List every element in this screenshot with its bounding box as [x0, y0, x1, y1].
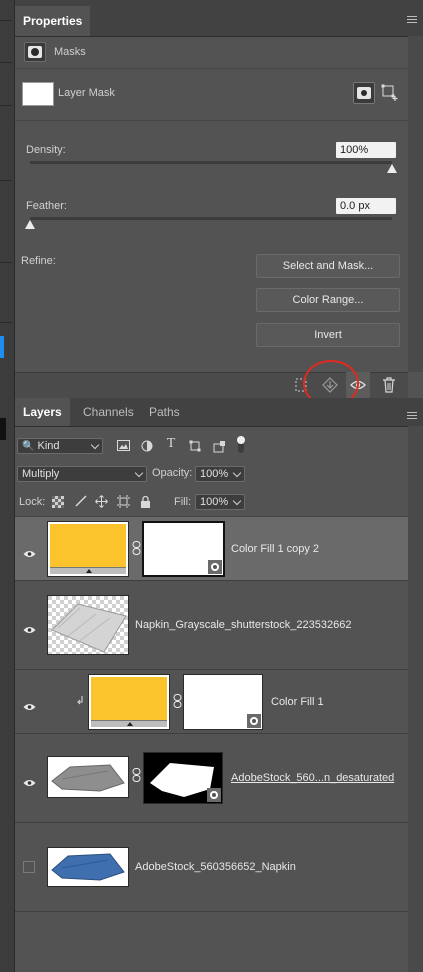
visibility-toggle-off[interactable]	[23, 861, 35, 873]
layer-row-color-fill-copy-2[interactable]: Color Fill 1 copy 2	[15, 517, 408, 581]
feather-label: Feather:	[26, 200, 67, 212]
properties-tab-bar: Properties	[15, 0, 423, 37]
density-label: Density:	[26, 144, 66, 156]
refine-label: Refine:	[21, 255, 56, 267]
fill-field[interactable]: 100%	[195, 494, 245, 510]
layer-name[interactable]: Napkin_Grayscale_shutterstock_223532662	[135, 619, 351, 631]
desaturated-napkin-thumbnail	[47, 756, 129, 798]
feather-slider-thumb[interactable]	[25, 220, 35, 229]
blend-mode-dropdown[interactable]: Multiply	[17, 466, 147, 482]
invert-button[interactable]: Invert	[256, 323, 400, 347]
fill-layer-thumbnail	[88, 674, 170, 730]
lock-artboard-icon[interactable]	[116, 495, 130, 511]
feather-slider-track[interactable]	[30, 217, 392, 220]
layer-mask-thumbnail-selected[interactable]	[142, 521, 225, 577]
density-slider-thumb[interactable]	[387, 164, 397, 173]
delete-mask-icon[interactable]	[382, 377, 396, 393]
filter-pixel-icon[interactable]	[116, 440, 130, 454]
opacity-label: Opacity:	[152, 467, 193, 479]
fill-label: Fill:	[174, 496, 192, 508]
masks-icon	[24, 42, 46, 62]
panel-menu-icon[interactable]	[407, 14, 417, 25]
opacity-field[interactable]: 100%	[195, 466, 245, 482]
visibility-eye-icon[interactable]	[23, 621, 36, 633]
layer-row-napkin-grayscale[interactable]: Napkin_Grayscale_shutterstock_223532662	[15, 581, 408, 670]
lock-transparent-pixels-icon[interactable]	[52, 496, 64, 508]
layer-row-color-fill-1[interactable]: Color Fill 1	[15, 670, 408, 734]
pixel-mask-icon[interactable]	[353, 82, 375, 104]
link-chain-icon[interactable]	[131, 768, 141, 785]
layer-name[interactable]: Color Fill 1	[271, 696, 324, 708]
filter-shape-icon[interactable]	[188, 440, 202, 455]
yellow-fill-swatch	[91, 677, 167, 720]
filter-toggle-switch[interactable]	[236, 436, 246, 454]
filter-kind-dropdown[interactable]: 🔍 Kind	[17, 438, 103, 454]
layers-scrollbar[interactable]	[408, 426, 423, 972]
black-white-mask-thumbnail[interactable]	[143, 752, 223, 804]
lock-label: Lock:	[19, 496, 46, 508]
layer-name[interactable]: AdobeStock_560...n_desaturated	[231, 772, 394, 784]
link-chain-icon[interactable]	[172, 694, 182, 711]
search-icon: 🔍	[22, 441, 35, 452]
visibility-eye-icon[interactable]	[23, 774, 36, 786]
layer-name[interactable]: Color Fill 1 copy 2	[231, 543, 319, 555]
visibility-eye-icon[interactable]	[23, 698, 36, 710]
tab-channels[interactable]: Channels	[75, 398, 142, 426]
lock-all-icon[interactable]	[138, 495, 152, 511]
density-slider-track[interactable]	[30, 161, 392, 164]
properties-scrollbar[interactable]	[408, 36, 423, 372]
tab-properties[interactable]: Properties	[15, 6, 91, 36]
left-toolbar-edge	[0, 0, 15, 972]
masks-label: Masks	[54, 46, 86, 58]
layer-mask-thumbnail[interactable]	[183, 674, 263, 730]
layer-mask-thumbnail	[22, 82, 54, 106]
tab-paths[interactable]: Paths	[141, 398, 188, 426]
tab-layers[interactable]: Layers	[15, 398, 70, 426]
density-field[interactable]: 100%	[336, 142, 396, 158]
blue-napkin-thumbnail	[47, 847, 129, 887]
filter-smart-object-icon[interactable]	[212, 440, 226, 456]
left-dark-swatch	[0, 418, 6, 440]
layers-tab-bar: Layers Channels Paths	[15, 398, 423, 427]
feather-field[interactable]: 0.0 px	[336, 198, 396, 214]
lock-position-icon[interactable]	[94, 495, 108, 511]
layer-name[interactable]: AdobeStock_560356652_Napkin	[135, 861, 296, 873]
visibility-eye-icon[interactable]	[23, 545, 36, 557]
link-chain-icon[interactable]	[131, 541, 141, 558]
clipping-mask-arrow-icon	[75, 696, 85, 709]
filter-adjustment-icon[interactable]	[140, 440, 154, 455]
left-accent-marker	[0, 336, 4, 358]
vector-mask-icon[interactable]	[381, 84, 399, 102]
select-and-mask-button[interactable]: Select and Mask...	[256, 254, 400, 278]
color-range-button[interactable]: Color Range...	[256, 288, 400, 312]
napkin-grayscale-thumbnail	[47, 595, 129, 655]
layers-menu-icon[interactable]	[407, 410, 417, 421]
yellow-fill-swatch	[50, 524, 126, 567]
filter-type-icon[interactable]: T	[164, 437, 178, 451]
layers-empty-area	[15, 912, 408, 972]
layer-row-adobestock-desaturated[interactable]: AdobeStock_560...n_desaturated	[15, 734, 408, 823]
fill-layer-thumbnail	[47, 521, 129, 577]
layer-mask-label: Layer Mask	[58, 87, 115, 99]
layer-row-adobestock-napkin[interactable]: AdobeStock_560356652_Napkin	[15, 823, 408, 912]
lock-image-pixels-icon[interactable]	[74, 495, 88, 510]
